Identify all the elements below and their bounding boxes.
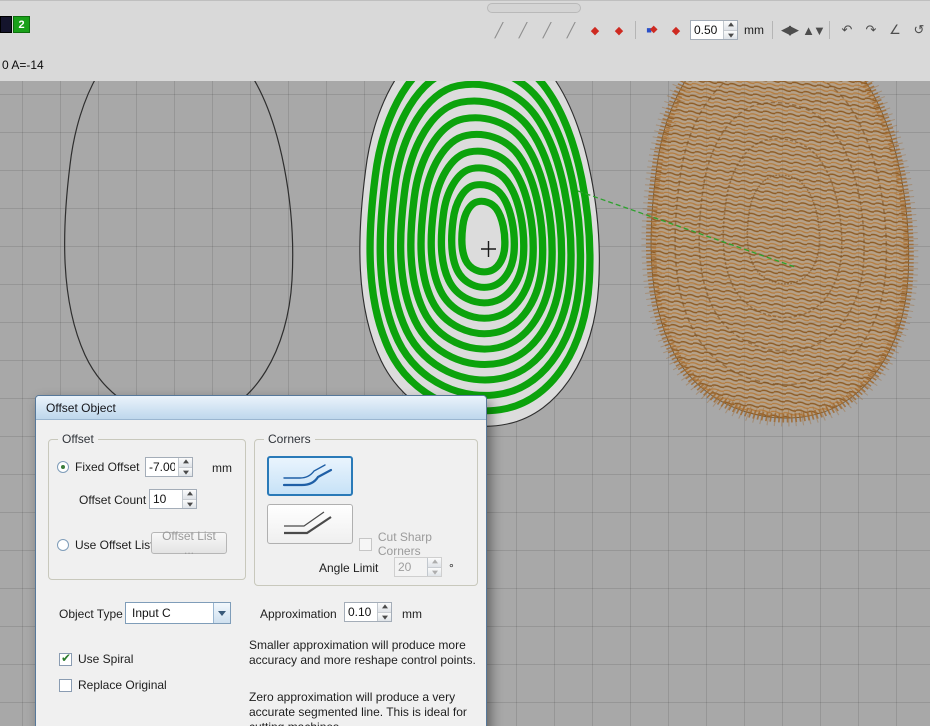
outline-width-field <box>690 20 738 40</box>
radio-dot-icon <box>57 461 69 473</box>
angle-limit-input[interactable] <box>395 558 427 576</box>
rotate-ccw-icon[interactable]: ↶ <box>836 20 856 40</box>
offset-object-dialog: Offset Object Offset Fixed Offset mm Off… <box>35 395 487 726</box>
fixed-offset-field <box>145 457 193 477</box>
dialog-body: Offset Fixed Offset mm Offset Count <box>36 420 486 726</box>
mirror-horizontal-icon[interactable]: ◀▶ <box>779 20 799 40</box>
offset-count-spinner[interactable] <box>182 490 196 508</box>
horizontal-scrollbar-thumb[interactable] <box>487 3 581 13</box>
red-diamond-icon: ◆ <box>650 25 658 35</box>
palette-color-current[interactable]: 2 <box>13 16 30 33</box>
fixed-offset-spinner[interactable] <box>178 458 192 476</box>
mirror-vertical-icon[interactable]: ▲▼ <box>803 20 823 40</box>
approximation-input[interactable] <box>345 603 377 621</box>
rotate-cw-icon[interactable]: ↷ <box>860 20 880 40</box>
cut-sharp-corners-label: Cut Sharp Corners <box>378 530 477 558</box>
fixed-offset-unit: mm <box>212 461 232 475</box>
checkbox-icon <box>359 538 372 551</box>
object-type-label: Object Type <box>59 607 123 621</box>
stitch-angle-icon-4[interactable]: ╱ <box>561 20 581 40</box>
replace-original-checkbox[interactable]: Replace Original <box>59 678 167 692</box>
offset-count-input[interactable] <box>150 490 182 508</box>
angle-limit-label: Angle Limit <box>319 561 378 575</box>
object-type-value: Input C <box>132 606 171 620</box>
approximation-unit: mm <box>402 607 422 621</box>
apply-diamond-icon[interactable]: ◆ <box>666 20 686 40</box>
sharp-corner-icon <box>279 510 341 538</box>
bottom-bar: 2 0 A=-14 ╱ ╱ ╱ ╱ ◆ ◆ ■ ◆ ◆ mm ◀▶ ▲▼ <box>0 0 930 81</box>
approximation-field <box>344 602 392 622</box>
rotate-icon[interactable]: ↺ <box>908 20 928 40</box>
fixed-offset-label: Fixed Offset <box>75 460 139 474</box>
object-color-icon[interactable]: ■ ◆ <box>642 20 662 40</box>
offset-count-field <box>149 489 197 509</box>
corners-group-label: Corners <box>264 432 315 446</box>
outline-width-unit: mm <box>744 23 764 37</box>
angle-limit-field <box>394 557 442 577</box>
object-type-dropdown[interactable]: Input C <box>125 602 231 624</box>
toolbar-separator-3 <box>829 21 830 39</box>
palette-color-dark[interactable] <box>0 16 12 33</box>
approximation-label: Approximation <box>260 607 337 621</box>
zero-approximation-help-text: Zero approximation will produce a very a… <box>249 690 486 726</box>
use-spiral-checkbox[interactable]: Use Spiral <box>59 652 133 666</box>
checkbox-icon <box>59 679 72 692</box>
offset-group-label: Offset <box>58 432 98 446</box>
round-corners-button[interactable] <box>267 456 353 496</box>
outline-width-input[interactable] <box>691 21 723 39</box>
replace-original-label: Replace Original <box>78 678 167 692</box>
stitched-object[interactable] <box>651 30 909 418</box>
stitch-angle-icon-1[interactable]: ╱ <box>489 20 509 40</box>
checkbox-checked-icon <box>59 653 72 666</box>
status-coordinates: 0 A=-14 <box>2 58 44 72</box>
chevron-down-icon[interactable] <box>213 603 230 623</box>
outline-object[interactable] <box>65 28 293 420</box>
cut-sharp-corners-checkbox[interactable]: Cut Sharp Corners <box>359 530 477 558</box>
dialog-title: Offset Object <box>46 401 116 415</box>
fixed-offset-radio[interactable]: Fixed Offset <box>57 460 139 474</box>
offset-count-label: Offset Count <box>79 493 146 507</box>
fixed-offset-input[interactable] <box>146 458 178 476</box>
toolbar-separator-1 <box>635 21 636 39</box>
approximation-spinner[interactable] <box>377 603 391 621</box>
stitch-angle-icon-3[interactable]: ╱ <box>537 20 557 40</box>
approximation-help-text: Smaller approximation will produce more … <box>249 638 486 668</box>
property-toolbar: ╱ ╱ ╱ ╱ ◆ ◆ ■ ◆ ◆ mm ◀▶ ▲▼ ↶ ↷ ∠ ↺ <box>489 17 930 43</box>
stitch-angle-icon-2[interactable]: ╱ <box>513 20 533 40</box>
outline-width-spinner[interactable] <box>723 21 737 39</box>
use-spiral-label: Use Spiral <box>78 652 133 666</box>
offset-list-button[interactable]: Offset List ... <box>151 532 227 554</box>
use-offset-list-label: Use Offset List <box>75 538 153 552</box>
toolbar-separator-2 <box>772 21 773 39</box>
radio-circle-icon <box>57 539 69 551</box>
angle-limit-unit: ° <box>449 561 454 575</box>
dialog-titlebar[interactable]: Offset Object <box>36 396 486 420</box>
sharp-corners-button[interactable] <box>267 504 353 544</box>
corners-group: Corners Cut Sharp Corners <box>254 439 478 586</box>
use-offset-list-radio[interactable]: Use Offset List <box>57 538 153 552</box>
marker-diamond-icon[interactable]: ◆ <box>609 20 629 40</box>
offset-group: Offset Fixed Offset mm Offset Count <box>48 439 246 580</box>
offset-spiral-object[interactable] <box>360 34 599 426</box>
angle-limit-spinner[interactable] <box>427 558 441 576</box>
round-corner-icon <box>279 462 341 490</box>
skew-icon[interactable]: ∠ <box>884 20 904 40</box>
application-window: 2 0 A=-14 ╱ ╱ ╱ ╱ ◆ ◆ ■ ◆ ◆ mm ◀▶ ▲▼ <box>0 0 930 726</box>
reference-diamond-icon[interactable]: ◆ <box>585 20 605 40</box>
